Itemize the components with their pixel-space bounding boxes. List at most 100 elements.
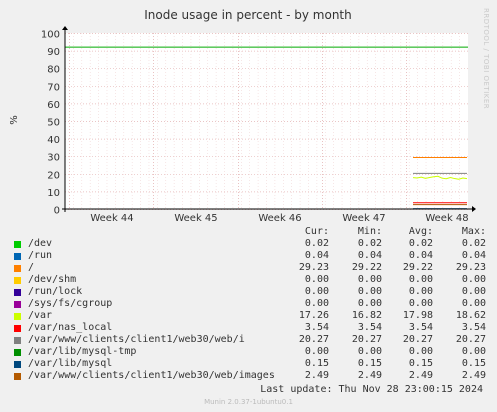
- legend-label: /run: [28, 250, 53, 261]
- legend-label: /var/lib/mysql-tmp: [28, 346, 137, 357]
- legend-avg: 0.04: [408, 250, 433, 261]
- legend-max: 2.49: [461, 370, 486, 381]
- y-tick-label: 0: [54, 206, 60, 217]
- legend-max: 0.02: [461, 238, 486, 249]
- legend-label: /var/www/clients/client1/web30/web/image…: [28, 370, 275, 381]
- rrdtool-watermark-text: RRDTOOL / TOBI OETIKER: [482, 8, 490, 110]
- legend-max: 0.00: [461, 274, 486, 285]
- legend-max: 0.00: [461, 298, 486, 309]
- legend-max: 20.27: [455, 334, 486, 345]
- x-tick-label: Week 45: [174, 213, 217, 224]
- legend-label: /: [28, 262, 35, 273]
- legend-max: 0.00: [461, 286, 486, 297]
- last-update: Last update: Thu Nov 28 23:00:15 2024: [260, 384, 483, 395]
- legend-cur: 17.26: [298, 310, 329, 321]
- y-tick-label: 40: [47, 135, 60, 146]
- legend-item: /run/lock 0.00 0.00 0.00 0.00: [12, 286, 486, 298]
- y-tick-label: 10: [47, 188, 60, 199]
- legend-avg: 3.54: [408, 322, 433, 333]
- legend-cur: 2.49: [304, 370, 329, 381]
- y-tick-label: 20: [47, 170, 60, 181]
- legend-swatch: [14, 361, 21, 368]
- legend-label: /var/www/clients/client1/web30/web/i: [28, 334, 245, 345]
- y-tick-label: 90: [47, 47, 60, 58]
- legend-avg: 0.00: [408, 346, 433, 357]
- legend-item: /var 17.26 16.82 17.98 18.62: [12, 310, 486, 322]
- legend-avg: 20.27: [402, 334, 433, 345]
- legend-header: Cur: Min: Avg: Max:: [12, 226, 486, 238]
- legend-item: /var/www/clients/client1/web30/web/i 20.2…: [12, 334, 486, 346]
- y-tick-label: 60: [47, 100, 60, 111]
- legend-cur: 0.02: [304, 238, 329, 249]
- legend-swatch: [14, 301, 21, 308]
- legend-rows: /dev 0.02 0.02 0.02 0.02/run 0.04 0.04 0.04 0.04…: [12, 238, 486, 382]
- legend-max: 0.04: [461, 250, 486, 261]
- legend-item: /var/nas_local 3.54 3.54 3.54 3.54: [12, 322, 486, 334]
- x-tick-label: Week 48: [425, 213, 468, 224]
- legend-item: /run 0.04 0.04 0.04 0.04: [12, 250, 486, 262]
- y-tick-label: 50: [47, 118, 60, 129]
- chart-title: Inode usage in percent - by month: [144, 8, 351, 22]
- y-tick-label: 30: [47, 153, 60, 164]
- version: Munin 2.0.37-1ubuntu0.1: [204, 398, 293, 406]
- legend-cur: 20.27: [298, 334, 329, 345]
- y-axis-label: %: [9, 115, 20, 125]
- col-avg-header: Avg:: [408, 226, 433, 237]
- legend-avg: 29.22: [402, 262, 433, 273]
- legend-item: /dev/shm 0.00 0.00 0.00 0.00: [12, 274, 486, 286]
- legend-max: 29.23: [455, 262, 486, 273]
- legend-item: /sys/fs/cgroup 0.00 0.00 0.00 0.00: [12, 298, 486, 310]
- y-axis-arrow: [62, 26, 68, 30]
- rrdtool-watermark: RRDTOOL / TOBI OETIKER: [478, 8, 492, 208]
- y-tick-label: 80: [47, 65, 60, 76]
- legend-label: /var: [28, 310, 53, 321]
- legend-item: /var/lib/mysql-tmp 0.00 0.00 0.00 0.00: [12, 346, 486, 358]
- x-tick-label: Week 47: [342, 213, 385, 224]
- legend-item: /dev 0.02 0.02 0.02 0.02: [12, 238, 486, 250]
- legend-swatch: [14, 325, 21, 332]
- x-ticks: Week 44 Week 45 Week 46 Week 47 Week 48: [90, 213, 468, 224]
- legend-swatch: [14, 277, 21, 284]
- legend-cur: 0.15: [304, 358, 329, 369]
- legend-swatch: [14, 265, 21, 272]
- legend-label: /sys/fs/cgroup: [28, 298, 113, 309]
- legend-avg: 17.98: [402, 310, 433, 321]
- legend-cur: 0.00: [304, 274, 329, 285]
- y-ticks: 0 10 20 30 40 50 60 70 80 90 100: [41, 30, 60, 217]
- legend-swatch: [14, 313, 21, 320]
- legend-avg: 0.02: [408, 238, 433, 249]
- legend-max: 0.15: [461, 358, 486, 369]
- legend-max: 18.62: [455, 310, 486, 321]
- col-max-header: Max:: [461, 226, 486, 237]
- legend-item: /29.23 29.22 29.22 29.23: [12, 262, 486, 274]
- legend-avg: 0.00: [408, 274, 433, 285]
- legend-cur: 29.23: [298, 262, 329, 273]
- legend: Cur: Min: Avg: Max: /dev 0.02 0.02 0.02 0.02…: [12, 226, 486, 382]
- x-tick-label: Week 46: [258, 213, 301, 224]
- legend-cur: 0.00: [304, 346, 329, 357]
- legend-swatch: [14, 337, 21, 344]
- legend-swatch: [14, 253, 21, 260]
- col-cur-header: Cur:: [304, 226, 329, 237]
- legend-swatch: [14, 373, 21, 380]
- y-tick-label: 70: [47, 82, 60, 93]
- legend-item: /var/www/clients/client1/web30/web/image…: [12, 370, 486, 382]
- legend-label: /run/lock: [28, 286, 83, 297]
- legend-max: 3.54: [461, 322, 486, 333]
- y-tick-label: 100: [41, 30, 60, 41]
- legend-label: /var/lib/mysql: [28, 358, 113, 369]
- legend-swatch: [14, 241, 21, 248]
- x-axis-arrow: [472, 206, 476, 212]
- legend-label: /var/nas_local: [28, 322, 113, 333]
- legend-swatch: [14, 289, 21, 296]
- legend-label: /dev: [28, 238, 53, 249]
- legend-max: 0.00: [461, 346, 486, 357]
- legend-cur: 3.54: [304, 322, 329, 333]
- chart: 0102030405060708090100 Week 44 Week 45 Wee…: [9, 8, 476, 224]
- legend-avg: 0.00: [408, 298, 433, 309]
- legend-swatch: [14, 349, 21, 356]
- legend-cur: 0.00: [304, 298, 329, 309]
- x-tick-label: Week 44: [90, 213, 133, 224]
- legend-avg: 0.00: [408, 286, 433, 297]
- legend-label: /dev/shm: [28, 274, 77, 285]
